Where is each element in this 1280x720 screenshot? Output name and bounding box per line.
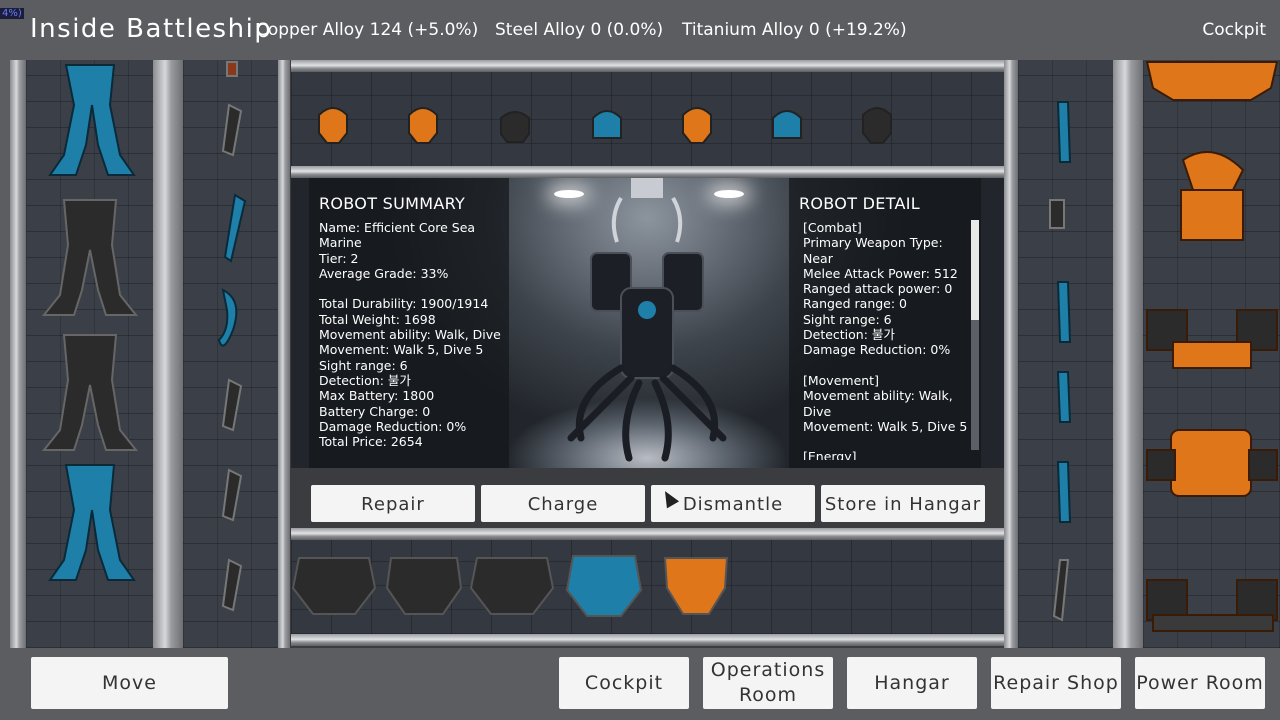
power-room-button[interactable]: Power Room [1135, 657, 1265, 709]
robot-summary-text: Name: Efficient Core Sea Marine Tier: 2 … [319, 220, 501, 450]
pipe [153, 60, 183, 648]
backpack-parts-icon[interactable] [1143, 60, 1280, 648]
charge-button[interactable]: Charge [481, 485, 645, 522]
detail-scroll-thumb[interactable] [971, 220, 979, 320]
robot-summary-panel: ROBOT SUMMARY Name: Efficient Core Sea M… [309, 178, 509, 468]
dismantle-button[interactable]: Dismantle [651, 485, 815, 522]
repair-shop-button[interactable]: Repair Shop [991, 657, 1121, 709]
robot-detail-heading: ROBOT DETAIL [799, 194, 920, 213]
operations-room-button[interactable]: Operations Room [703, 657, 833, 709]
left-arm-parts-icon[interactable] [183, 60, 278, 648]
hangar-button[interactable]: Hangar [847, 657, 977, 709]
pipe [278, 60, 290, 648]
robot-summary-heading: ROBOT SUMMARY [319, 194, 466, 213]
debug-badge: 4%) [0, 8, 24, 19]
pipe [1004, 60, 1018, 648]
pipe [291, 634, 1004, 646]
store-in-hangar-button[interactable]: Store in Hangar [821, 485, 985, 522]
torso-parts-icon[interactable] [291, 538, 1004, 634]
left-frame [0, 60, 10, 648]
top-bar: Inside Battleship Copper Alloy 124 (+5.0… [0, 0, 1280, 60]
pipe [1113, 60, 1143, 648]
head-parts-icon[interactable] [291, 70, 1004, 168]
cockpit-button[interactable]: Cockpit [559, 657, 689, 709]
titanium-alloy-readout: Titanium Alloy 0 (+19.2%) [682, 20, 907, 40]
move-button[interactable]: Move [31, 657, 228, 709]
pipe [10, 60, 26, 648]
right-arm-parts-icon[interactable] [1018, 60, 1113, 648]
steel-alloy-readout: Steel Alloy 0 (0.0%) [495, 20, 664, 40]
robot-detail-panel[interactable]: ROBOT DETAIL [Combat] Primary Weapon Typ… [789, 178, 981, 468]
current-location: Cockpit [1202, 20, 1266, 40]
page-title: Inside Battleship [30, 14, 273, 44]
repair-button[interactable]: Repair [311, 485, 475, 522]
leg-parts-icon[interactable] [26, 60, 153, 648]
robot-detail-text: [Combat] Primary Weapon Type: Near Melee… [803, 220, 968, 460]
copper-alloy-readout: Copper Alloy 124 (+5.0%) [256, 20, 479, 40]
